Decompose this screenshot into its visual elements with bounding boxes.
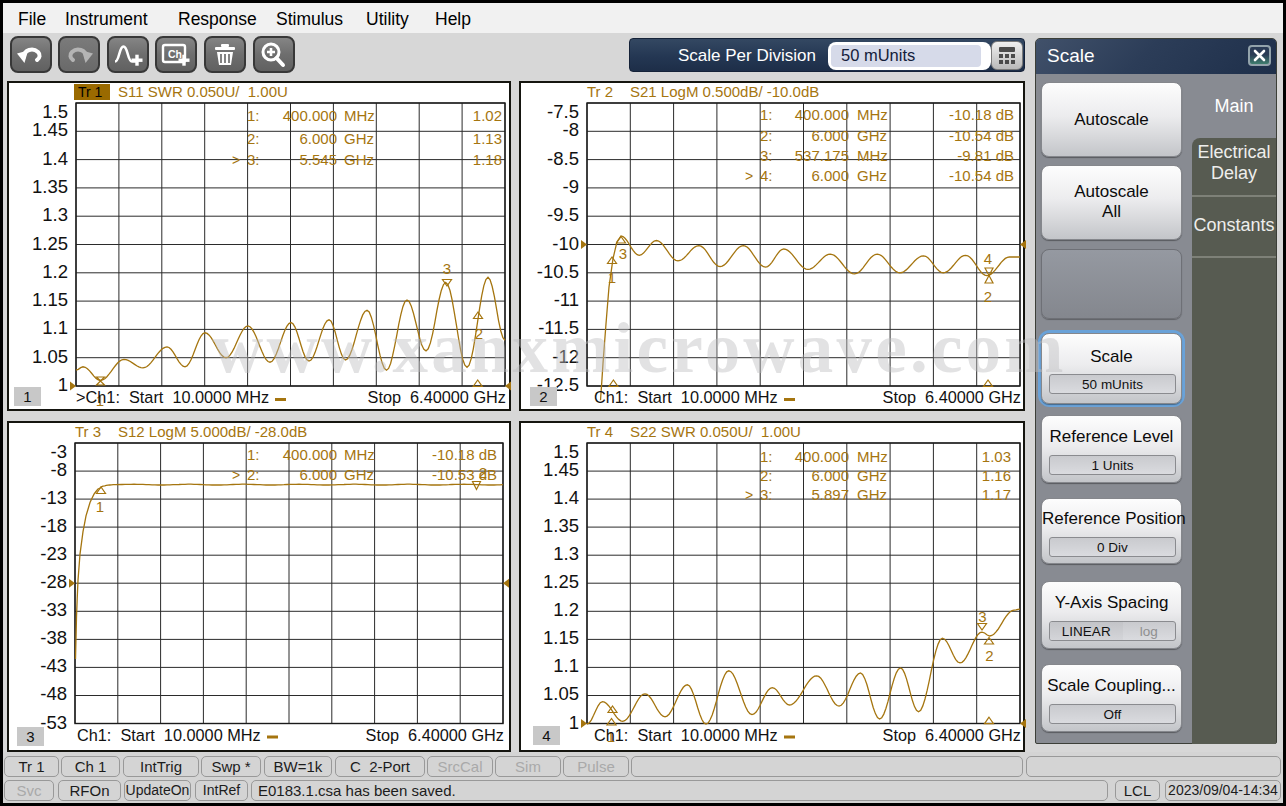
svg-text:Ch: Ch <box>168 48 182 60</box>
